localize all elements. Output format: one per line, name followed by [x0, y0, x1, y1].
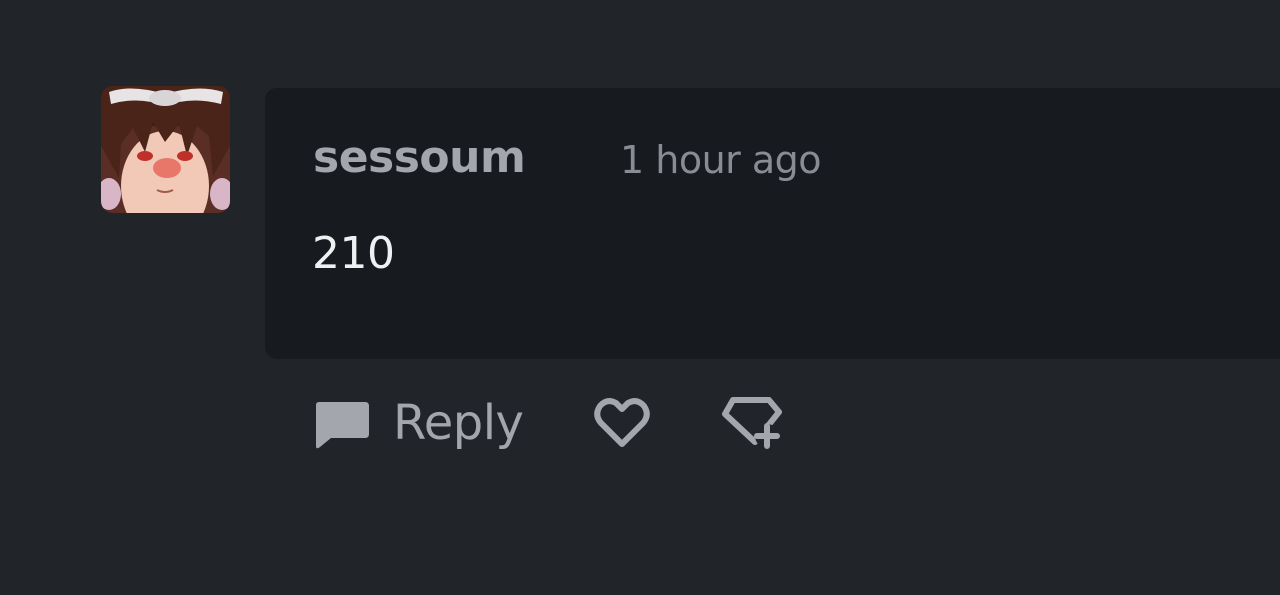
comment-bubble-icon [316, 402, 369, 449]
reply-button[interactable]: Reply [313, 394, 524, 452]
comment-actions: Reply [313, 388, 785, 458]
comment-text: 210 [312, 228, 395, 279]
comment-item: sessoum 1 hour ago 210 Reply [0, 0, 1280, 595]
avatar[interactable] [101, 86, 230, 213]
comment-bubble: sessoum 1 hour ago 210 [265, 88, 1280, 359]
comment-author[interactable]: sessoum [313, 132, 526, 183]
heart-icon [594, 398, 651, 447]
gem-plus-icon [722, 397, 783, 449]
comment-timestamp[interactable]: 1 hour ago [620, 138, 822, 182]
user-avatar-image [101, 86, 230, 213]
like-button[interactable] [591, 392, 653, 454]
reply-label: Reply [393, 395, 524, 451]
award-button[interactable] [719, 392, 785, 454]
